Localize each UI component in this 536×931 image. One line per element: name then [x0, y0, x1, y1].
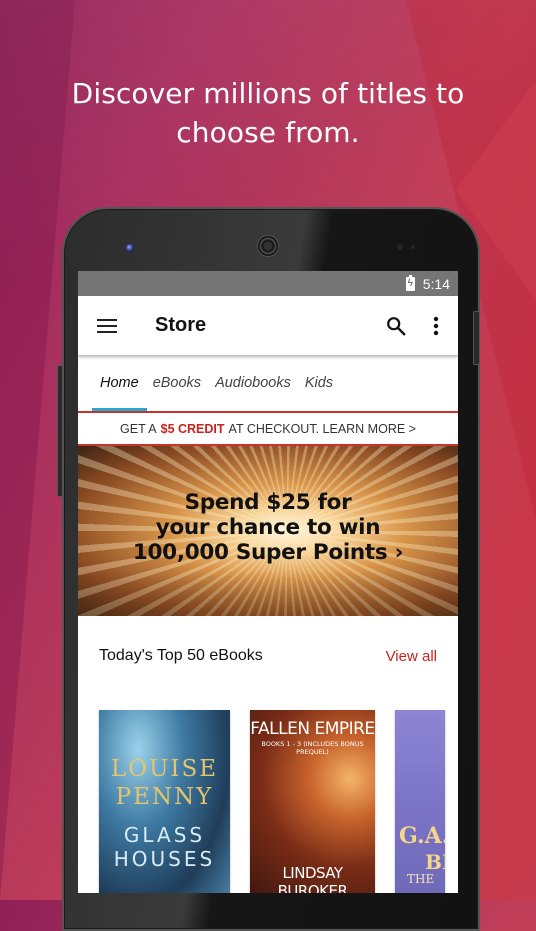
book-title: FALLEN EMPIRE	[250, 719, 375, 739]
book-author-line-1: LOUISE	[110, 756, 219, 782]
banner-line-1: Spend $25 for	[184, 490, 352, 515]
section-header: Today's Top 50 eBooks View all	[78, 616, 458, 672]
front-camera-icon	[126, 244, 134, 252]
book-cover-partial[interactable]: G.A. BR THE	[395, 710, 445, 893]
tab-home[interactable]: Home	[92, 375, 147, 411]
book-subtitle: BOOKS 1 - 3 (INCLUDES BONUS PREQUEL)	[261, 740, 364, 756]
promo-prefix: GET A	[120, 421, 157, 436]
search-icon	[387, 316, 406, 335]
book-cover-glass-houses[interactable]: LOUISE PENNY GLASS HOUSES	[99, 710, 230, 893]
marketing-headline: Discover millions of titles to choose fr…	[0, 74, 536, 152]
promo-suffix: AT CHECKOUT. LEARN MORE >	[228, 421, 416, 436]
book-author-line-2: PENNY	[115, 784, 214, 810]
app-bar: Store	[78, 296, 458, 355]
book-cover-fallen-empire[interactable]: FALLEN EMPIRE BOOKS 1 - 3 (INCLUDES BONU…	[250, 710, 375, 893]
tab-kids[interactable]: Kids	[297, 375, 341, 411]
tab-ebooks[interactable]: eBooks	[145, 375, 209, 411]
search-button[interactable]	[374, 296, 418, 355]
promo-highlight: $5 CREDIT	[160, 421, 225, 436]
phone-power-button	[473, 311, 480, 365]
banner-text: Spend $25 for your chance to win 100,000…	[78, 490, 458, 565]
battery-charging-icon: ϟ	[405, 274, 415, 291]
hamburger-menu-icon	[97, 318, 117, 333]
page-title: Store	[155, 314, 207, 336]
phone-screen: ϟ 5:14 Store Home eBooks Audiobooks Kids…	[78, 271, 458, 893]
more-vert-icon	[433, 316, 439, 335]
book-title-line-1: GLASS	[123, 823, 206, 847]
headline-line-2: choose from.	[176, 116, 360, 149]
more-options-button[interactable]	[418, 296, 454, 355]
book-title-partial: BR	[425, 850, 445, 874]
proximity-sensor-icon	[397, 244, 403, 250]
status-time: 5:14	[422, 275, 450, 292]
tab-audiobooks[interactable]: Audiobooks	[207, 375, 299, 411]
book-author: LINDSAY BUROKER	[277, 864, 348, 893]
menu-button[interactable]	[78, 296, 136, 355]
banner-line-2: your chance to win	[155, 515, 381, 540]
view-all-link[interactable]: View all	[386, 648, 437, 665]
promo-credit-link[interactable]: GET A $5 CREDIT AT CHECKOUT. LEARN MORE …	[78, 413, 458, 446]
light-sensor-icon	[411, 245, 415, 249]
status-bar: ϟ 5:14	[78, 271, 458, 296]
book-author-partial: G.A.	[399, 823, 445, 849]
banner-line-3: 100,000 Super Points ›	[132, 540, 404, 565]
banner-floor	[78, 571, 458, 616]
book-title-line-2: HOUSES	[113, 847, 216, 871]
section-title: Today's Top 50 eBooks	[99, 647, 263, 664]
headline-line-1: Discover millions of titles to	[71, 77, 465, 110]
promo-banner[interactable]: Spend $25 for your chance to win 100,000…	[78, 446, 458, 616]
store-tabs: Home eBooks Audiobooks Kids	[78, 355, 458, 413]
book-carousel: LOUISE PENNY GLASS HOUSES FALLEN EMPIRE …	[78, 710, 458, 893]
book-subtitle-partial: THE	[407, 872, 435, 886]
earpiece-speaker-icon	[257, 235, 279, 257]
